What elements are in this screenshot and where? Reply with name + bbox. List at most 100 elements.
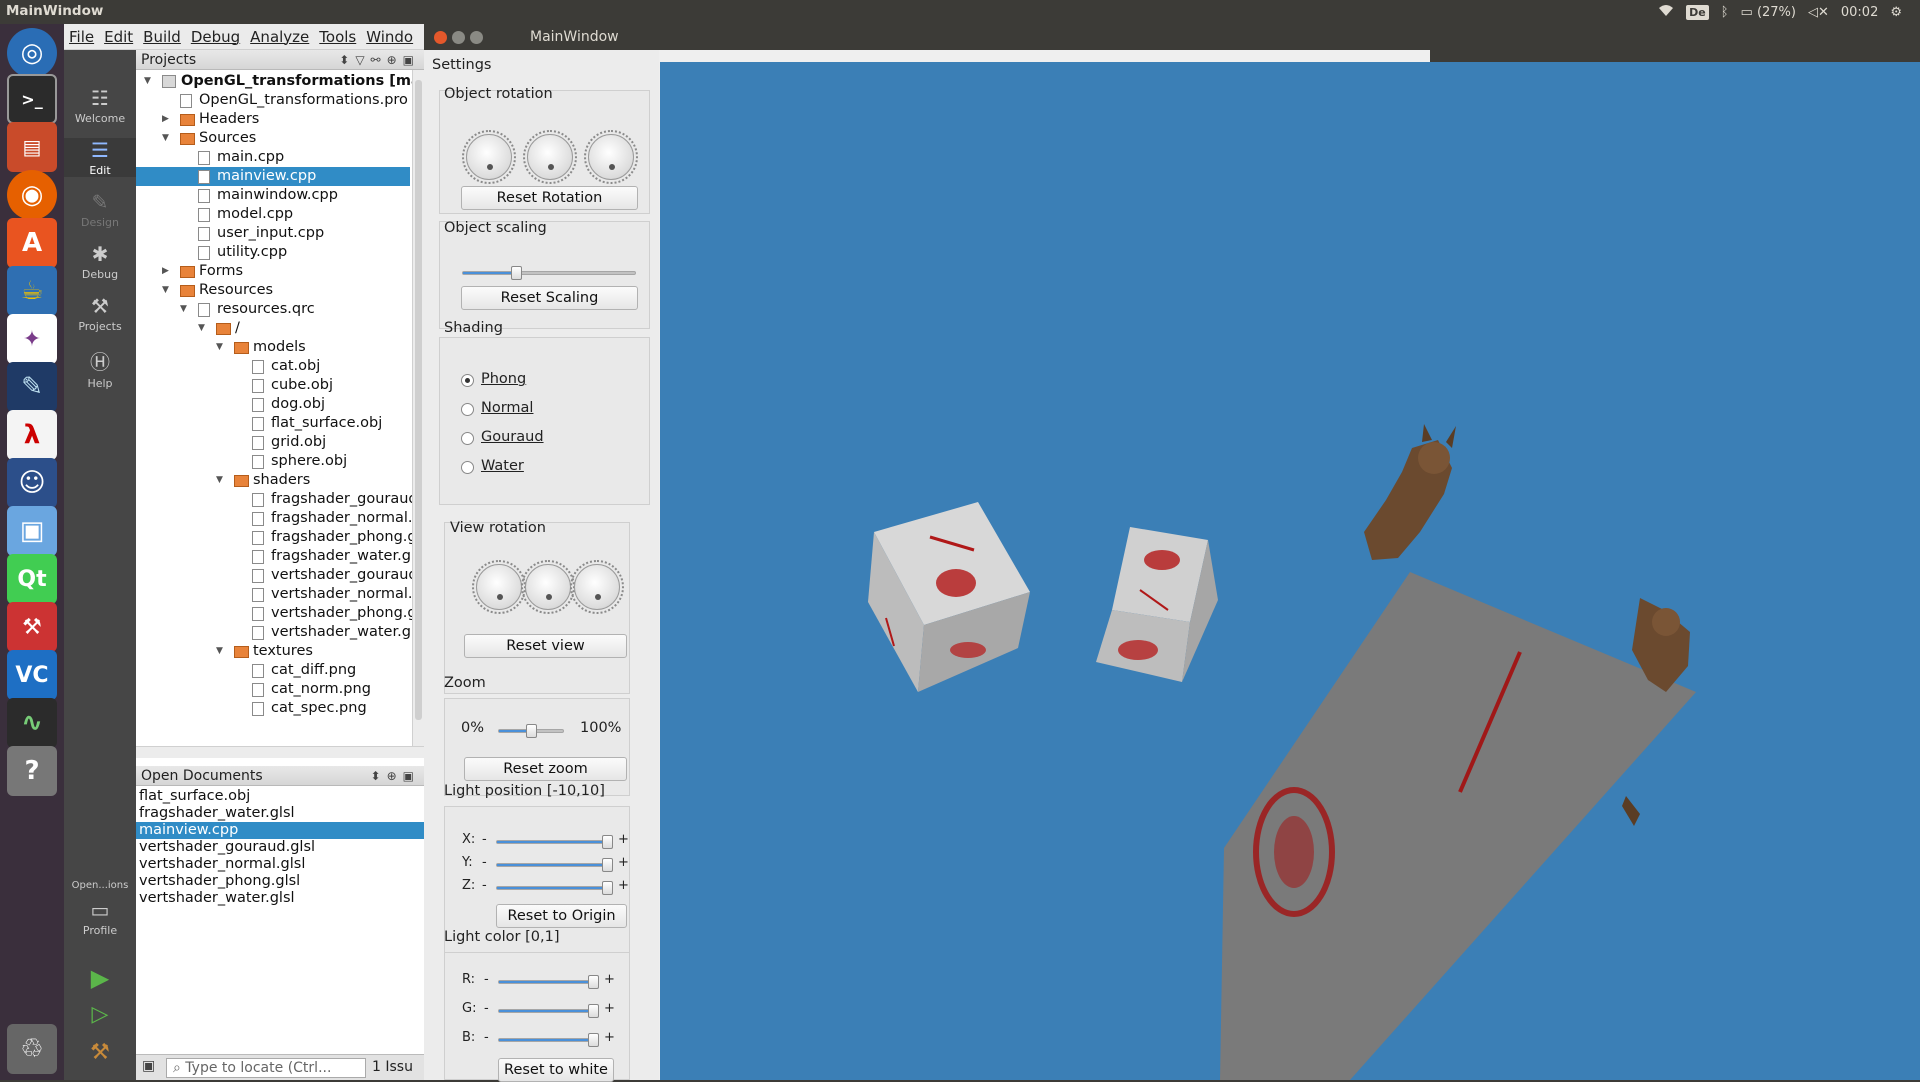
collapse-arrow-icon[interactable]: ▼ [216,642,223,661]
light-color-slider[interactable] [498,1004,599,1018]
light-color-slider-handle[interactable] [588,975,599,989]
reset-rotation-button[interactable]: Reset Rotation [461,186,638,210]
collapse-arrow-icon[interactable]: ▼ [162,281,169,300]
zoom-slider[interactable] [498,724,564,738]
debug-run-button[interactable]: ▷ [64,1002,136,1027]
mode-help[interactable]: Ⓗ Help [64,346,136,390]
open-document-item[interactable]: vertshader_normal.glsl [136,856,424,873]
tree-item[interactable]: vertshader_gouraud. [136,566,422,585]
tree-item[interactable]: OpenGL_transformations.pro [136,91,410,110]
tree-vertical-scrollbar[interactable] [412,70,424,746]
reset-to-white-button[interactable]: Reset to white [498,1058,614,1082]
pane-controls[interactable]: ⬍▽⚯⊕▣ [339,50,420,70]
shading-radio-phong[interactable] [461,374,474,387]
object-rotation-dial-x[interactable] [462,130,516,184]
shading-radio-gouraud[interactable] [461,432,474,445]
light-position-slider-handle[interactable] [602,835,613,849]
mode-welcome[interactable]: ☷ Welcome [64,86,136,125]
open-document-item[interactable]: vertshader_gouraud.glsl [136,839,424,856]
view-rotation-dial-z[interactable] [570,560,624,614]
light-position-slider[interactable] [496,881,613,895]
expand-arrow-icon[interactable]: ▶ [162,262,169,281]
ubuntu-dash-icon[interactable]: ◎ [7,28,57,78]
sidebar-toggle-icon[interactable]: ▣ [142,1058,155,1074]
shading-radio-water[interactable] [461,461,474,474]
files-icon[interactable]: ▤ [7,122,57,172]
tree-item[interactable]: vertshader_normal.g [136,585,422,604]
terminal-icon[interactable]: >_ [7,74,57,124]
collapse-arrow-icon[interactable]: ▼ [180,300,187,319]
tree-item[interactable]: flat_surface.obj [136,414,410,433]
tree-item[interactable]: fragshader_phong.gl [136,528,421,547]
bluetooth-icon[interactable]: ᛒ [1721,5,1729,20]
object-rotation-dial-y[interactable] [523,130,577,184]
tree-item[interactable]: vertshader_phong.gl [136,604,421,623]
shading-option-label[interactable]: Gouraud [481,429,544,445]
tree-item[interactable]: cat_norm.png [136,680,410,699]
tree-item[interactable]: mainview.cpp [136,167,410,186]
cube-app-icon[interactable]: ▣ [7,506,57,556]
collapse-arrow-icon[interactable]: ▼ [216,471,223,490]
menu-file[interactable]: File [64,28,99,46]
shading-option-label[interactable]: Water [481,458,524,474]
keyboard-layout-indicator[interactable]: De [1686,4,1709,20]
pdf-reader-icon[interactable]: λ [7,410,57,460]
menu-edit[interactable]: Edit [99,28,138,46]
tree-horizontal-scrollbar[interactable] [136,746,424,758]
shading-radio-normal[interactable] [461,403,474,416]
reset-to-origin-button[interactable]: Reset to Origin [496,904,627,928]
open-document-item[interactable]: flat_surface.obj [136,788,424,805]
light-position-slider-handle[interactable] [602,881,613,895]
tree-item[interactable]: dog.obj [136,395,410,414]
tree-item[interactable]: ▼ resources.qrc [136,300,410,319]
locator-input[interactable]: ⌕ Type to locate (Ctrl... [166,1058,366,1078]
issues-pane-button[interactable]: 1 Issu [372,1059,413,1075]
tree-item[interactable]: ▶ Headers [136,110,410,129]
open-document-item[interactable]: mainview.cpp [136,822,424,839]
qt-creator-icon[interactable]: Qt [7,554,57,604]
tree-item[interactable]: user_input.cpp [136,224,410,243]
firefox-icon[interactable]: ◉ [7,170,57,220]
scrollbar-thumb[interactable] [415,80,422,720]
tree-item[interactable]: vertshader_water.gls [136,623,423,642]
open-documents-controls[interactable]: ⬍⊕▣ [371,766,420,786]
tree-item[interactable]: utility.cpp [136,243,410,262]
mode-projects[interactable]: ⚒ Projects [64,294,136,333]
light-position-slider[interactable] [496,858,613,872]
tree-item[interactable]: mainwindow.cpp [136,186,410,205]
wifi-icon[interactable] [1658,3,1674,21]
build-button[interactable]: ⚒ [64,1040,136,1065]
tree-item[interactable]: grid.obj [136,433,410,452]
window-minimize-button[interactable] [452,31,465,44]
mode-edit[interactable]: ☰ Edit [64,138,136,177]
expand-arrow-icon[interactable]: ▶ [162,110,169,129]
battery-indicator[interactable]: ▭ (27%) [1741,5,1796,20]
collapse-arrow-icon[interactable]: ▼ [144,72,151,91]
tree-item[interactable]: cat.obj [136,357,410,376]
menu-window[interactable]: Windo [361,28,418,46]
shading-option-label[interactable]: Phong [481,371,526,387]
tree-item[interactable]: cat_spec.png [136,699,410,718]
menu-tools[interactable]: Tools [314,28,361,46]
tree-item[interactable]: ▶ Forms [136,262,410,281]
light-color-slider-handle[interactable] [588,1004,599,1018]
run-button[interactable]: ▶ [64,964,136,992]
tree-item[interactable]: sphere.obj [136,452,410,471]
view-rotation-dial-y[interactable] [521,560,575,614]
reset-view-button[interactable]: Reset view [464,634,627,658]
menu-build[interactable]: Build [138,28,186,46]
vscode-icon[interactable]: VC [7,650,57,700]
settings-gear-icon[interactable]: ⚙ [1890,5,1902,20]
tree-item[interactable]: ▼ / [136,319,410,338]
tree-item[interactable]: fragshader_water.gls [136,547,423,566]
teapot-app-icon[interactable]: ☕ [7,266,57,316]
open-document-item[interactable]: fragshader_water.glsl [136,805,424,822]
object-scaling-slider[interactable] [462,266,636,280]
tree-item[interactable]: ▼ Sources [136,129,410,148]
menu-analyze[interactable]: Analyze [245,28,314,46]
volume-icon[interactable]: ◁✕ [1808,5,1829,20]
mode-design[interactable]: ✎ Design [64,190,136,229]
object-rotation-dial-z[interactable] [584,130,638,184]
window-maximize-button[interactable] [470,31,483,44]
software-center-icon[interactable]: A [7,218,57,268]
